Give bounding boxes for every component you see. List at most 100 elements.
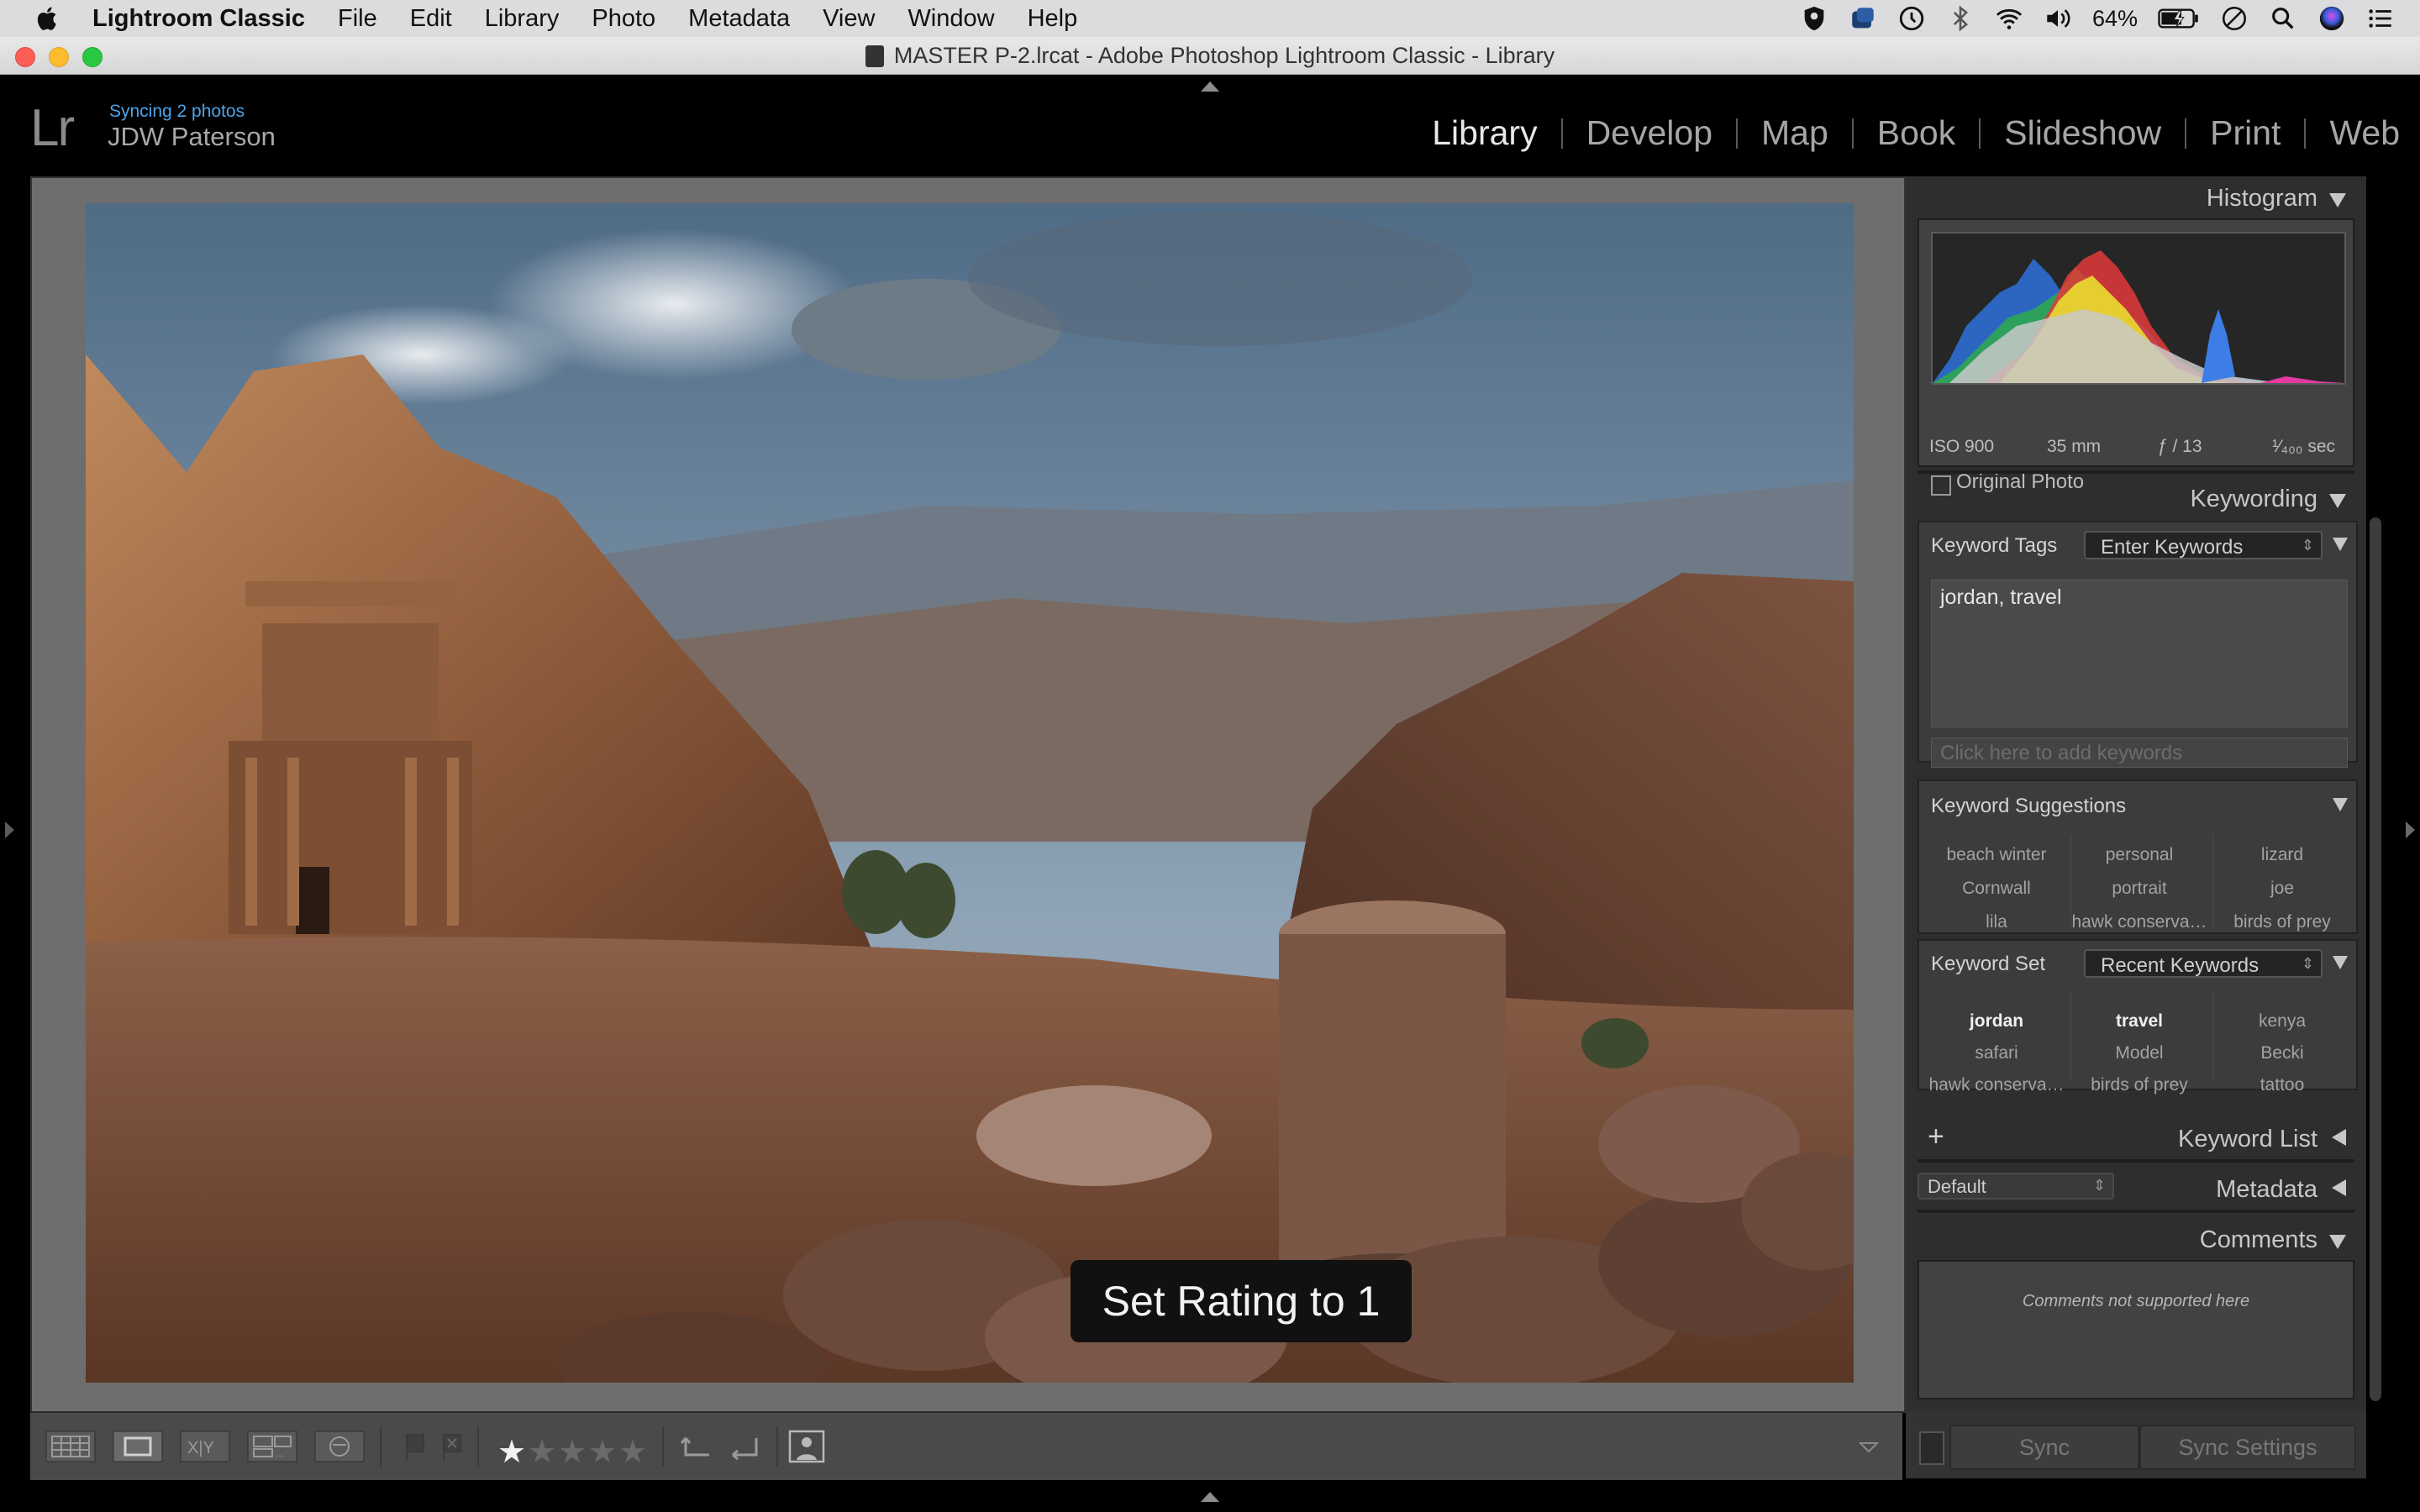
toolbar-menu-icon[interactable]	[1852, 1428, 1886, 1465]
keyword-set-item[interactable]: travel	[2069, 1011, 2210, 1032]
menu-help[interactable]: Help	[1028, 5, 1078, 33]
toolbar-separator	[776, 1426, 778, 1467]
rotate-right-icon[interactable]	[724, 1428, 765, 1465]
metadata-header[interactable]: Metadata	[1906, 1168, 2366, 1210]
suggestion-keyword[interactable]: portrait	[2069, 879, 2210, 899]
compare-view-icon[interactable]: X|Y	[180, 1428, 230, 1465]
suggestion-keyword[interactable]: personal	[2069, 845, 2210, 865]
rating-star-4[interactable]: ★	[588, 1433, 617, 1471]
menu-window[interactable]: Window	[908, 5, 994, 33]
suggestion-keyword[interactable]: hawk conserva…	[2069, 912, 2210, 932]
keyword-set-item[interactable]: jordan	[1926, 1011, 2067, 1032]
collapse-triangle-icon[interactable]	[2333, 798, 2348, 811]
left-panel-toggle-icon[interactable]	[5, 822, 14, 838]
menu-library[interactable]: Library	[485, 5, 560, 33]
reject-flag-icon[interactable]	[437, 1428, 467, 1465]
add-keywords-field[interactable]: Click here to add keywords	[1931, 738, 2348, 768]
window-zoom-button[interactable]	[82, 47, 103, 67]
collapse-triangle-icon[interactable]	[2329, 494, 2346, 508]
window-minimize-button[interactable]	[49, 47, 69, 67]
collapse-triangle-icon[interactable]	[2329, 1235, 2346, 1249]
keyword-set-dropdown[interactable]: Recent Keywords ⇕	[2084, 949, 2323, 978]
module-print[interactable]: Print	[2210, 113, 2281, 153]
histogram-title: Histogram	[2206, 185, 2317, 212]
rating-star-5[interactable]: ★	[618, 1433, 647, 1471]
keyword-set-item[interactable]: Becki	[2212, 1043, 2353, 1063]
histogram-header[interactable]: Histogram	[1906, 176, 2366, 218]
menu-view[interactable]: View	[823, 5, 875, 33]
vpn-shield-icon[interactable]	[1800, 4, 1828, 33]
keyword-set-item[interactable]: Model	[2069, 1043, 2210, 1063]
expand-triangle-icon[interactable]	[2332, 1129, 2346, 1146]
screen-time-icon[interactable]	[2220, 4, 2249, 33]
photo-preview[interactable]	[86, 203, 1854, 1383]
menu-app-name[interactable]: Lightroom Classic	[92, 5, 305, 33]
module-slideshow[interactable]: Slideshow	[2004, 113, 2161, 153]
rotate-left-icon[interactable]	[677, 1428, 718, 1465]
suggestion-keyword[interactable]: joe	[2212, 879, 2353, 899]
battery-percent: 64%	[2091, 5, 2138, 31]
window-close-button[interactable]	[15, 47, 35, 67]
suggestion-keyword[interactable]: Cornwall	[1926, 879, 2067, 899]
menu-metadata[interactable]: Metadata	[688, 5, 790, 33]
module-separator	[2185, 118, 2187, 149]
module-web[interactable]: Web	[2329, 113, 2400, 153]
expand-triangle-icon[interactable]	[2332, 1179, 2346, 1196]
collapse-triangle-icon[interactable]	[2333, 956, 2348, 969]
apple-icon[interactable]	[34, 4, 62, 33]
keywording-header[interactable]: Keywording	[1906, 477, 2366, 519]
survey-view-icon[interactable]: ...	[247, 1428, 297, 1465]
menu-file[interactable]: File	[338, 5, 377, 33]
time-machine-icon[interactable]	[1897, 4, 1926, 33]
collapse-triangle-icon[interactable]	[2333, 538, 2348, 551]
keyword-set-item[interactable]: kenya	[2212, 1011, 2353, 1032]
keyword-set-item[interactable]: tattoo	[2212, 1075, 2353, 1095]
battery-charging-icon[interactable]	[2158, 4, 2200, 33]
comments-header[interactable]: Comments	[1906, 1218, 2366, 1260]
suggestion-keyword[interactable]: birds of prey	[2212, 912, 2353, 932]
bluetooth-icon[interactable]	[1946, 4, 1975, 33]
keyword-tags-value: jordan, travel	[1940, 585, 2062, 609]
filmstrip-toggle-icon[interactable]	[1201, 1492, 1219, 1502]
comments-panel: Comments not supported here	[1918, 1260, 2354, 1399]
rating-star-1[interactable]: ★	[497, 1433, 526, 1471]
suggestion-keyword[interactable]: lila	[1926, 912, 2067, 932]
wifi-icon[interactable]	[1995, 4, 2023, 33]
collapse-triangle-icon[interactable]	[2329, 193, 2346, 207]
sync-button[interactable]: Sync	[1949, 1425, 2139, 1470]
keyword-set-item[interactable]: safari	[1926, 1043, 2067, 1063]
siri-icon[interactable]	[2317, 4, 2346, 33]
top-panel-toggle-icon[interactable]	[1201, 81, 1219, 92]
right-panel-toggle-icon[interactable]	[2406, 822, 2415, 838]
pick-flag-icon[interactable]	[400, 1428, 430, 1465]
menu-photo[interactable]: Photo	[592, 5, 655, 33]
module-develop[interactable]: Develop	[1586, 113, 1712, 153]
keyword-set-item[interactable]: birds of prey	[2069, 1075, 2210, 1095]
window-title-bar: MASTER P-2.lrcat - Adobe Photoshop Light…	[0, 37, 2420, 75]
sync-status[interactable]: Syncing 2 photos	[109, 102, 245, 122]
module-book[interactable]: Book	[1877, 113, 1955, 153]
loupe-view-icon[interactable]	[113, 1428, 163, 1465]
people-view-icon[interactable]	[314, 1428, 365, 1465]
keyword-tags-textarea[interactable]: jordan, travel	[1931, 580, 2348, 727]
module-library[interactable]: Library	[1432, 113, 1537, 153]
auto-sync-switch[interactable]	[1919, 1431, 1944, 1465]
menu-edit[interactable]: Edit	[410, 5, 452, 33]
sync-settings-button[interactable]: Sync Settings	[2139, 1425, 2356, 1470]
suggestion-keyword[interactable]: beach winter	[1926, 845, 2067, 865]
rating-star-2[interactable]: ★	[528, 1433, 556, 1471]
volume-icon[interactable]	[2044, 4, 2072, 33]
grid-view-icon[interactable]	[45, 1428, 96, 1465]
keyword-set-item[interactable]: hawk conserva…	[1926, 1075, 2067, 1095]
spotlight-search-icon[interactable]	[2269, 4, 2297, 33]
suggestion-keyword[interactable]: lizard	[2212, 845, 2353, 865]
keyword-tags-dropdown[interactable]: Enter Keywords ⇕	[2084, 531, 2323, 559]
svg-text:...: ...	[276, 1447, 284, 1459]
rating-star-3[interactable]: ★	[558, 1433, 587, 1471]
cloud-sync-icon[interactable]	[1849, 4, 1877, 33]
face-region-icon[interactable]	[785, 1428, 829, 1465]
module-map[interactable]: Map	[1761, 113, 1828, 153]
notification-center-icon[interactable]	[2366, 4, 2395, 33]
right-panel-scrollbar[interactable]	[2370, 517, 2381, 1401]
keyword-list-header[interactable]: Keyword List	[1906, 1117, 2366, 1159]
